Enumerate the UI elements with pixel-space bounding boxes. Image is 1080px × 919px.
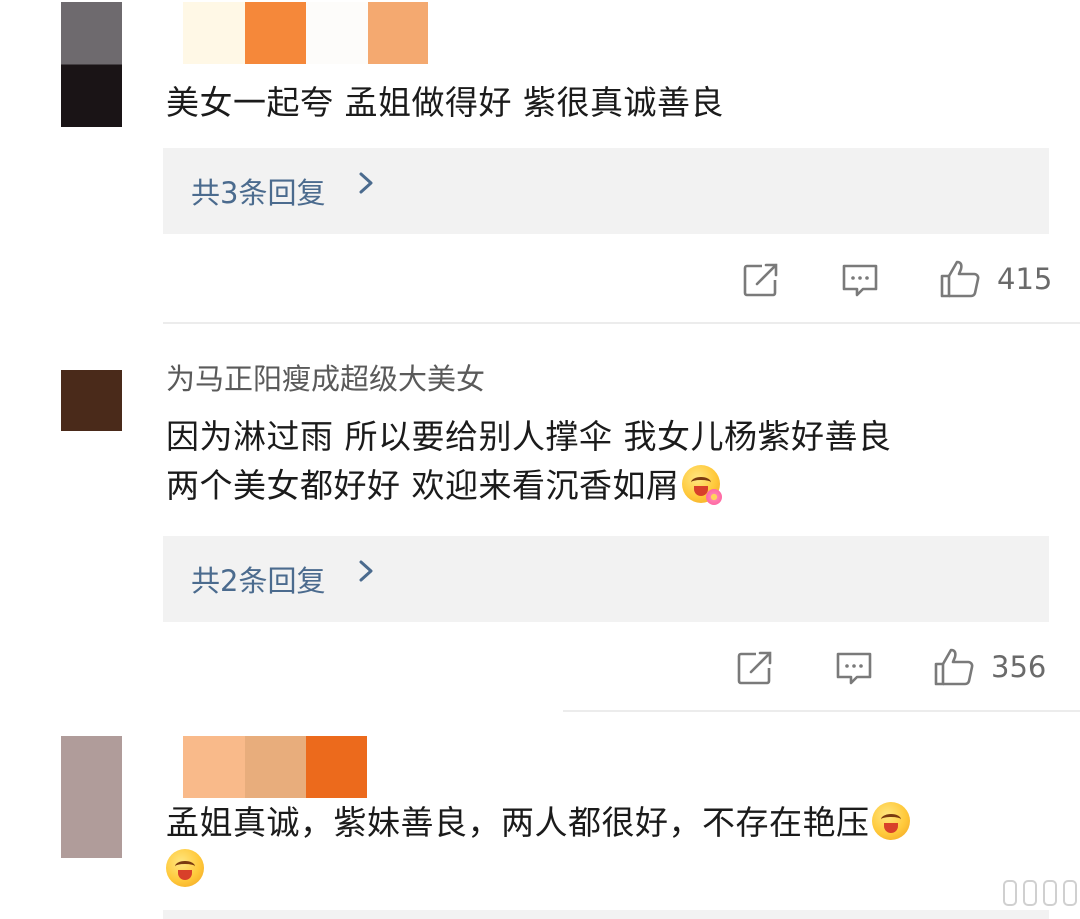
comment-text: 因为淋过雨 所以要给别人撑伞 我女儿杨紫好善良 两个美女都好好 欢迎来看沉香如屑	[166, 417, 892, 505]
divider	[163, 322, 1080, 324]
replies-label: 共2条回复	[191, 564, 326, 598]
username[interactable]: 为马正阳瘦成超级大美女	[166, 356, 485, 398]
replies-label: 共3条回复	[191, 176, 326, 210]
like-icon[interactable]	[933, 646, 975, 692]
laugh-emoji-icon	[166, 849, 204, 887]
reply-box-edge	[163, 910, 1049, 919]
like-count: 356	[991, 650, 1047, 684]
chevron-right-icon	[357, 554, 377, 596]
avatar[interactable]	[61, 2, 122, 127]
share-icon[interactable]	[736, 650, 774, 690]
like-count: 415	[997, 262, 1053, 296]
watermark	[1003, 880, 1080, 906]
like-icon[interactable]	[939, 258, 981, 304]
avatar[interactable]	[61, 736, 122, 858]
laugh-emoji-icon	[871, 802, 910, 840]
replies-button[interactable]: 共3条回复	[163, 148, 1049, 234]
avatar[interactable]	[61, 370, 122, 431]
divider	[563, 710, 1080, 712]
laugh-emoji-icon	[681, 465, 722, 505]
comment-text: 美女一起夸 孟姐做得好 紫很真诚善良	[166, 83, 724, 122]
replies-button[interactable]: 共2条回复	[163, 536, 1049, 622]
comment-text: 孟姐真诚，紫妹善良，两人都很好，不存在艳压	[166, 800, 910, 892]
chevron-right-icon	[357, 166, 377, 208]
comment-icon[interactable]	[835, 650, 873, 692]
share-icon[interactable]	[742, 262, 780, 302]
comment-icon[interactable]	[841, 262, 879, 304]
